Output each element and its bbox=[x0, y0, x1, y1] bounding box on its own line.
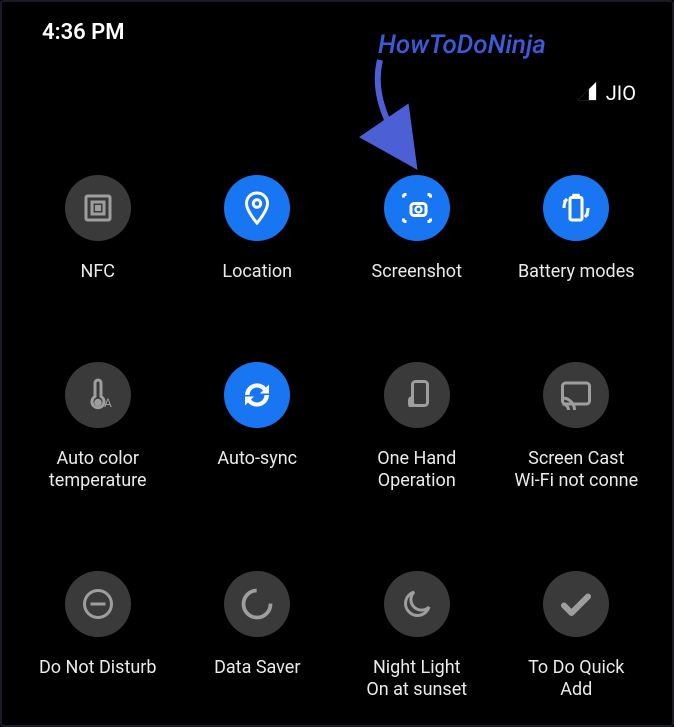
cast-icon bbox=[543, 362, 609, 428]
tile-one-hand[interactable]: One Hand Operation bbox=[337, 362, 497, 493]
tile-data-saver[interactable]: Data Saver bbox=[178, 571, 338, 702]
tile-label: Location bbox=[222, 261, 292, 284]
temperature-icon: A bbox=[65, 362, 131, 428]
tile-todo-quick-add[interactable]: To Do Quick Add bbox=[497, 571, 657, 702]
tile-label: Screenshot bbox=[372, 261, 462, 284]
tile-auto-sync[interactable]: Auto-sync bbox=[178, 362, 338, 493]
battery-icon bbox=[543, 175, 609, 241]
tile-screenshot[interactable]: Screenshot bbox=[337, 175, 497, 284]
location-icon bbox=[224, 175, 290, 241]
tile-night-light[interactable]: Night Light On at sunset bbox=[337, 571, 497, 702]
tile-label: Screen Cast Wi-Fi not conne bbox=[514, 448, 638, 493]
status-time: 4:36 PM bbox=[42, 20, 125, 45]
tile-battery-modes[interactable]: Battery modes bbox=[497, 175, 657, 284]
tile-label: NFC bbox=[80, 261, 115, 284]
sync-icon bbox=[224, 362, 290, 428]
tile-label: Auto-sync bbox=[217, 448, 297, 471]
tile-nfc[interactable]: NFC bbox=[18, 175, 178, 284]
tile-label: Data Saver bbox=[214, 657, 300, 680]
tile-location[interactable]: Location bbox=[178, 175, 338, 284]
network-label: JIO bbox=[606, 81, 636, 105]
onehand-icon bbox=[384, 362, 450, 428]
annotation-label: HowToDoNinja bbox=[378, 30, 546, 60]
tile-label: Auto color temperature bbox=[49, 448, 147, 493]
svg-text:A: A bbox=[104, 396, 112, 410]
screenshot-icon bbox=[384, 175, 450, 241]
check-icon bbox=[543, 571, 609, 637]
tile-label: Night Light On at sunset bbox=[366, 657, 467, 702]
nfc-icon bbox=[65, 175, 131, 241]
status-bar: 4:36 PM bbox=[2, 2, 672, 45]
tile-do-not-disturb[interactable]: Do Not Disturb bbox=[18, 571, 178, 702]
quick-settings-grid: NFC Location Screenshot Battery modes A … bbox=[2, 45, 672, 702]
tile-label: To Do Quick Add bbox=[528, 657, 624, 702]
network-indicator: JIO bbox=[576, 80, 636, 106]
tile-screen-cast[interactable]: Screen Cast Wi-Fi not conne bbox=[497, 362, 657, 493]
dnd-icon bbox=[65, 571, 131, 637]
tile-label: One Hand Operation bbox=[377, 448, 456, 493]
tile-label: Do Not Disturb bbox=[39, 657, 157, 680]
tile-auto-color-temperature[interactable]: A Auto color temperature bbox=[18, 362, 178, 493]
datasaver-icon bbox=[224, 571, 290, 637]
signal-icon bbox=[576, 80, 598, 106]
nightlight-icon bbox=[384, 571, 450, 637]
tile-label: Battery modes bbox=[518, 261, 635, 284]
